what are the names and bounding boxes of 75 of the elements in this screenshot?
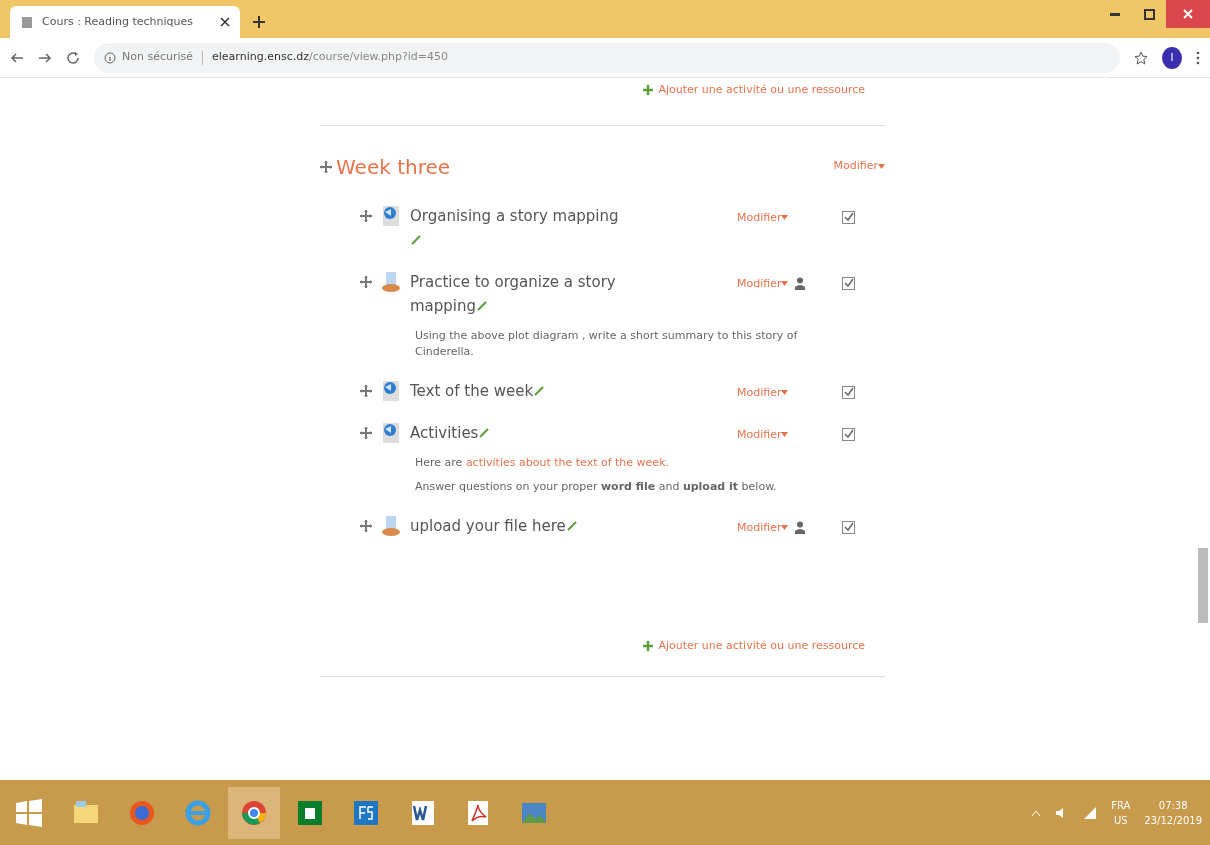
caret-icon <box>781 390 789 396</box>
security-label: Non sécurisé <box>122 49 194 66</box>
assignment-icon <box>380 269 402 292</box>
plus-icon <box>642 639 655 652</box>
section-title: Week three <box>336 153 451 181</box>
edit-menu-link[interactable]: Modifier <box>737 384 782 401</box>
caret-icon <box>781 525 789 531</box>
menu-icon[interactable] <box>1196 50 1200 65</box>
move-icon[interactable] <box>360 209 372 222</box>
user-icon[interactable] <box>794 521 807 535</box>
activity-link[interactable]: Organising a story mapping <box>410 203 625 252</box>
activity-link[interactable]: Text of the week <box>410 378 546 403</box>
add-activity-link[interactable]: Ajouter une activité ou une ressource <box>658 82 865 99</box>
page-icon <box>20 15 34 29</box>
caret-icon <box>781 281 789 287</box>
description-text: Answer questions on your proper word file and upload it below. <box>415 479 778 495</box>
address-field[interactable]: Non sécurisé elearning.ensc.dz/course/view.php?id=450 <box>94 42 1120 73</box>
browser-tab[interactable]: Cours : Reading techniques <box>10 6 240 38</box>
description-text: Here are activities about the text of the week. <box>415 454 670 471</box>
language-indicator[interactable]: FRA US <box>1111 797 1131 828</box>
reload-icon[interactable] <box>66 50 80 65</box>
edit-menu-link[interactable]: Modifier <box>737 426 782 443</box>
forward-icon[interactable] <box>38 50 52 65</box>
move-icon[interactable] <box>360 384 372 397</box>
checkbox-icon[interactable] <box>842 211 855 225</box>
close-window-button[interactable] <box>1166 0 1210 28</box>
page-icon <box>380 378 402 401</box>
windows-start-icon[interactable] <box>14 797 44 828</box>
close-icon <box>1182 8 1194 20</box>
pencil-icon[interactable] <box>533 383 546 396</box>
star-icon[interactable] <box>1134 50 1148 65</box>
caret-icon <box>878 164 885 169</box>
move-icon[interactable] <box>320 160 332 173</box>
caret-icon <box>781 215 789 221</box>
pencil-icon[interactable] <box>565 518 578 531</box>
new-tab-icon[interactable] <box>252 15 266 29</box>
edit-menu-link[interactable]: Modifier <box>737 275 782 292</box>
pencil-icon[interactable] <box>478 425 491 438</box>
plus-icon <box>642 84 655 97</box>
edit-menu-link[interactable]: Modifier <box>737 519 782 536</box>
description-text: Using the above plot diagram , write a short summary to this story of Cinderella. <box>415 327 799 360</box>
edit-menu-link[interactable]: Modifier <box>737 209 782 226</box>
pencil-icon[interactable] <box>410 232 422 245</box>
activity-link[interactable]: upload your file here <box>410 513 578 538</box>
minimize-icon <box>1110 12 1120 16</box>
activity-link[interactable]: Activities <box>410 420 491 445</box>
move-icon[interactable] <box>360 275 372 288</box>
info-icon <box>104 51 116 64</box>
chevron-up-icon[interactable] <box>1031 808 1042 817</box>
add-activity-link[interactable]: Ajouter une activité ou une ressource <box>658 637 865 654</box>
checkbox-icon[interactable] <box>842 428 855 442</box>
taskbar-app-button[interactable] <box>228 786 280 839</box>
tab-title: Cours : Reading techniques <box>42 13 195 30</box>
close-icon[interactable] <box>220 17 230 27</box>
assignment-icon <box>380 513 402 536</box>
page-icon <box>380 420 402 443</box>
move-icon[interactable] <box>360 519 372 532</box>
profile-avatar[interactable]: I <box>1162 46 1182 69</box>
caret-icon <box>781 432 789 438</box>
page-icon <box>380 203 402 226</box>
pencil-icon[interactable] <box>476 298 489 311</box>
url-text: elearning.ensc.dz/course/view.php?id=450 <box>212 49 448 66</box>
move-icon[interactable] <box>360 426 372 439</box>
activity-link[interactable]: Practice to organize a story mapping <box>410 269 625 318</box>
network-icon[interactable] <box>1083 805 1098 820</box>
checkbox-icon[interactable] <box>842 521 855 535</box>
scrollbar-thumb[interactable] <box>1198 548 1208 623</box>
maximize-icon <box>1143 8 1155 20</box>
user-icon[interactable] <box>794 277 807 291</box>
edit-menu-link[interactable]: Modifier <box>833 158 878 175</box>
description-link[interactable]: activities about the text of the week. <box>465 455 669 469</box>
clock[interactable]: 07:38 23/12/2019 <box>1144 797 1202 828</box>
checkbox-icon[interactable] <box>842 386 855 400</box>
checkbox-icon[interactable] <box>842 277 855 291</box>
back-icon[interactable] <box>10 50 24 65</box>
